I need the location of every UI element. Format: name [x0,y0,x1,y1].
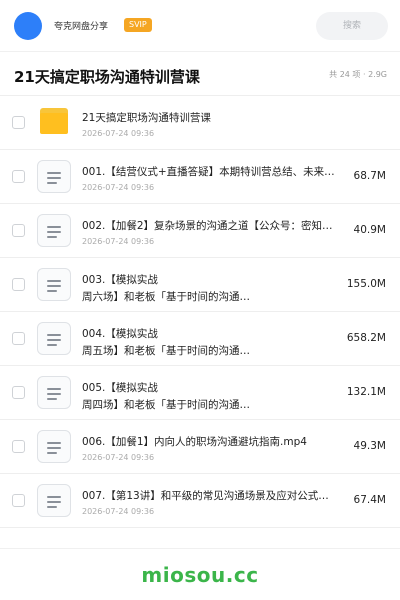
page-title: 21天搞定职场沟通特训营课 [14,68,200,86]
avatar[interactable] [14,12,42,40]
folder-row[interactable]: 21天搞定职场沟通特训营课 2026-07-24 09:36 [0,96,400,150]
item-size: 49.3M [353,440,386,452]
row-checkbox[interactable] [12,440,25,453]
row-checkbox[interactable] [12,494,25,507]
item-date: 2026-07-24 09:36 [82,183,155,192]
document-icon [37,430,71,463]
document-icon [37,268,71,301]
folder-icon [40,108,68,134]
file-list: 21天搞定职场沟通特训营课 2026-07-24 09:36 001.【结营仪式+直… [0,96,400,528]
item-size: 132.1M [346,386,386,398]
file-row[interactable]: 001.【结营仪式+直播答疑】本期特训营总结、未来… 2026-07-24 09:… [0,150,400,204]
user-name[interactable]: 夸克网盘分享 [54,19,108,32]
file-row[interactable]: 006.【加餐1】内向人的职场沟通避坑指南.mp4 2026-07-24 09:3… [0,420,400,474]
svip-badge: SVIP [124,18,152,32]
item-name[interactable]: 005.【模拟实战 周四场】和老板「基于时间的沟通… [82,380,344,414]
item-name[interactable]: 003.【模拟实战 周六场】和老板「基于时间的沟通… [82,272,344,306]
file-row[interactable]: 007.【第13讲】和平级的常见沟通场景及应对公式… 2026-07-24 09:… [0,474,400,528]
item-date: 2026-07-24 09:36 [82,507,155,516]
document-icon [37,160,71,193]
item-name[interactable]: 21天搞定职场沟通特训营课 [82,111,344,125]
item-size: 40.9M [353,224,386,236]
file-row[interactable]: 003.【模拟实战 周六场】和老板「基于时间的沟通… 155.0M [0,258,400,312]
item-name[interactable]: 007.【第13讲】和平级的常见沟通场景及应对公式… [82,489,344,503]
item-name[interactable]: 006.【加餐1】内向人的职场沟通避坑指南.mp4 [82,435,344,449]
file-row[interactable]: 002.【加餐2】复杂场景的沟通之道【公众号：密知… 2026-07-24 09:… [0,204,400,258]
row-checkbox[interactable] [12,332,25,345]
search-input[interactable]: 搜索 [316,12,388,40]
row-checkbox[interactable] [12,386,25,399]
file-row[interactable]: 005.【模拟实战 周四场】和老板「基于时间的沟通… 132.1M [0,366,400,420]
item-date: 2026-07-24 09:36 [82,237,155,246]
item-size: 658.2M [346,332,386,344]
row-checkbox[interactable] [12,278,25,291]
item-name[interactable]: 002.【加餐2】复杂场景的沟通之道【公众号：密知… [82,219,344,233]
row-checkbox[interactable] [12,224,25,237]
file-row[interactable]: 004.【模拟实战 周五场】和老板「基于时间的沟通… 658.2M [0,312,400,366]
document-icon [37,376,71,409]
title-bar: 21天搞定职场沟通特训营课 共 24 项 · 2.9G [0,52,400,96]
footer: miosou.cc [0,548,400,600]
document-icon [37,214,71,247]
item-name[interactable]: 004.【模拟实战 周五场】和老板「基于时间的沟通… [82,326,344,360]
watermark: miosou.cc [141,563,259,587]
row-checkbox[interactable] [12,170,25,183]
item-count-summary: 共 24 项 · 2.9G [329,70,387,79]
item-date: 2026-07-24 09:36 [82,453,155,462]
item-size: 67.4M [353,494,386,506]
item-size: 68.7M [353,170,386,182]
item-name[interactable]: 001.【结营仪式+直播答疑】本期特训营总结、未来… [82,165,344,179]
header: 夸克网盘分享 SVIP 搜索 [0,0,400,52]
item-size: 155.0M [346,278,386,290]
document-icon [37,322,71,355]
item-date: 2026-07-24 09:36 [82,129,155,138]
document-icon [37,484,71,517]
row-checkbox[interactable] [12,116,25,129]
